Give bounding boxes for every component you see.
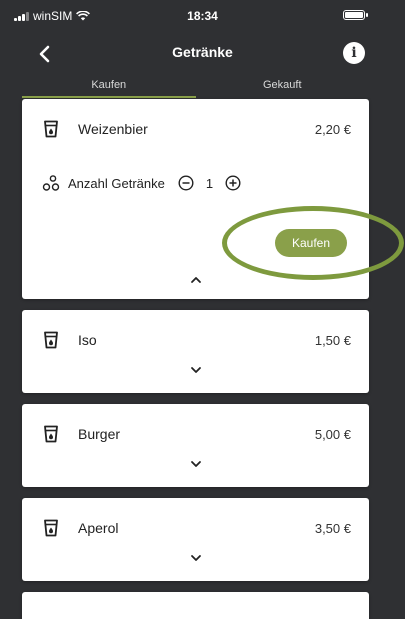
- item-header[interactable]: Aperol 3,50 €: [42, 517, 351, 539]
- plus-circle-icon: [225, 175, 241, 191]
- item-name: Iso: [78, 332, 97, 348]
- drink-card-partial: [22, 592, 369, 619]
- info-icon: i: [351, 45, 357, 61]
- drink-glass-icon: [42, 519, 60, 537]
- item-price: 5,00 €: [314, 426, 351, 442]
- drink-card-burger: Burger 5,00 €: [22, 404, 369, 487]
- quantity-label: Anzahl Getränke: [68, 175, 165, 191]
- tab-gekauft[interactable]: Gekauft: [196, 76, 370, 98]
- chevron-down-icon: [190, 367, 201, 373]
- item-price: 2,20 €: [314, 121, 351, 137]
- item-header[interactable]: Weizenbier 2,20 €: [42, 118, 351, 140]
- chevron-down-icon: [190, 461, 201, 467]
- highlight-annotation: [222, 206, 404, 280]
- chevron-down-icon: [190, 555, 201, 561]
- info-button[interactable]: i: [343, 42, 365, 64]
- chevron-up-icon: [190, 277, 201, 283]
- tab-bar: Kaufen Gekauft: [22, 76, 369, 98]
- expand-button[interactable]: [22, 553, 369, 563]
- drinks-list: Weizenbier 2,20 € Anzahl Getränke 1 Kauf…: [22, 99, 369, 619]
- item-name: Aperol: [78, 520, 119, 536]
- expand-button[interactable]: [22, 459, 369, 469]
- drink-glass-icon: [42, 120, 60, 138]
- item-header[interactable]: Burger 5,00 €: [42, 423, 351, 445]
- item-name: Burger: [78, 426, 121, 442]
- drink-card-aperol: Aperol 3,50 €: [22, 498, 369, 581]
- increase-button[interactable]: [224, 174, 242, 192]
- item-price: 1,50 €: [314, 332, 351, 348]
- expand-button[interactable]: [22, 365, 369, 375]
- status-bar: winSIM 18:34: [0, 0, 405, 34]
- decrease-button[interactable]: [177, 174, 195, 192]
- drink-card-iso: Iso 1,50 €: [22, 310, 369, 393]
- quantity-row: Anzahl Getränke 1: [42, 174, 242, 192]
- item-price: 3,50 €: [314, 520, 351, 536]
- tab-kaufen[interactable]: Kaufen: [22, 76, 196, 98]
- drink-glass-icon: [42, 331, 60, 349]
- header: Getränke i: [0, 34, 405, 72]
- item-header[interactable]: Iso 1,50 €: [42, 329, 351, 351]
- bubbles-icon: [42, 175, 60, 191]
- battery-icon: [343, 10, 368, 20]
- minus-circle-icon: [178, 175, 194, 191]
- item-name: Weizenbier: [78, 121, 148, 137]
- quantity-value: 1: [205, 175, 214, 191]
- drink-glass-icon: [42, 425, 60, 443]
